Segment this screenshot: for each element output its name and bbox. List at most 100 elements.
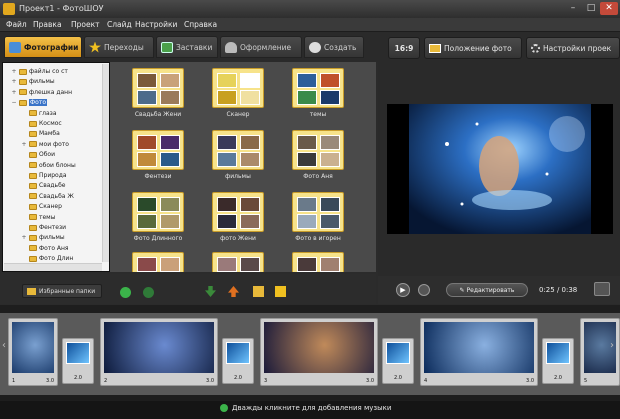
add-music-label: Дважды кликните для добавления музыки: [232, 404, 392, 412]
tree-item[interactable]: Мамба: [21, 129, 60, 138]
timeline-transition[interactable]: 2.0: [62, 338, 94, 384]
close-button[interactable]: ✕: [600, 2, 618, 15]
tree-item[interactable]: Фото Аня: [21, 244, 69, 253]
favorite-folders-button[interactable]: Избранные папки: [22, 284, 102, 298]
timeline-slide[interactable]: 4 3.0: [420, 318, 538, 386]
timeline-transition[interactable]: 2.0: [382, 338, 414, 384]
tree-item[interactable]: − Фото: [11, 98, 48, 107]
folder-preview-photo: [160, 152, 180, 167]
tree-item[interactable]: Сканер: [21, 202, 62, 211]
app-logo-icon: [3, 3, 15, 15]
timeline-transition[interactable]: 2.0: [222, 338, 254, 384]
timeline-scroll-right-icon[interactable]: ›: [610, 340, 614, 351]
tree-item[interactable]: + флешка данн: [11, 88, 72, 97]
folder-icon: [29, 141, 37, 148]
tree-item-label: Фото Длин: [39, 255, 74, 263]
fullscreen-icon[interactable]: [594, 282, 610, 296]
open-folder-icon[interactable]: [253, 286, 264, 297]
tree-item-label: фильмы: [29, 78, 55, 86]
folder-preview-photo: [137, 135, 157, 150]
tree-item[interactable]: Космос: [21, 119, 62, 128]
folder-thumbnail[interactable]: [292, 130, 344, 170]
timeline-slide[interactable]: 2 3.0: [100, 318, 218, 386]
folder-preview-photo: [297, 257, 317, 272]
timeline-transition[interactable]: 2.0: [542, 338, 574, 384]
add-music-hint[interactable]: Дважды кликните для добавления музыки: [220, 404, 391, 412]
folder-preview-photo: [137, 257, 157, 272]
slide-number: 4: [424, 378, 428, 384]
timeline-slide[interactable]: 3 3.0: [260, 318, 378, 386]
folder-thumbnail[interactable]: [212, 130, 264, 170]
folder-thumbnail[interactable]: [292, 192, 344, 232]
tab-design[interactable]: Оформление: [220, 36, 302, 58]
tree-item[interactable]: темы: [21, 213, 55, 222]
tree-item[interactable]: Свадьба Ж: [21, 192, 74, 201]
folder-thumbnail[interactable]: [132, 130, 184, 170]
folder-thumbnail[interactable]: [292, 68, 344, 108]
folder-thumbnail-grid: Свадьба Жени Сканер темы Фентези фильмы Фото …: [110, 62, 376, 272]
folder-tree[interactable]: + файлы со ст + фильмы + флешка данн − Фото глаз…: [2, 62, 110, 272]
expand-toggle-icon[interactable]: +: [11, 89, 17, 96]
maximize-button[interactable]: □: [582, 2, 600, 15]
slide-thumbnail: [264, 322, 374, 373]
folder-thumbnail[interactable]: [132, 192, 184, 232]
menu-edit[interactable]: Правка: [33, 20, 62, 29]
tab-create[interactable]: Создать: [304, 36, 364, 58]
tree-item[interactable]: Фото Длин: [21, 254, 73, 263]
tree-item-label: Свадьба Ж: [39, 192, 74, 200]
folder-preview-photo: [240, 257, 260, 272]
tab-transitions[interactable]: Переходы: [84, 36, 154, 58]
expand-toggle-icon[interactable]: +: [21, 141, 27, 148]
add-selected-icon[interactable]: [143, 287, 154, 298]
folder-thumbnail[interactable]: [212, 252, 264, 272]
menu-settings[interactable]: Настройки: [135, 20, 177, 29]
expand-toggle-icon[interactable]: +: [21, 234, 27, 241]
tree-item[interactable]: + мои фото: [21, 140, 69, 149]
tab-photos[interactable]: Фотографии: [4, 36, 82, 58]
timeline-scroll-left-icon[interactable]: ‹: [2, 340, 6, 351]
expand-toggle-icon[interactable]: +: [11, 78, 17, 85]
timeline-slide[interactable]: 5: [580, 318, 620, 386]
tree-horizontal-scrollbar[interactable]: [4, 263, 102, 271]
project-settings-button[interactable]: Настройки проек: [526, 37, 620, 59]
tree-item[interactable]: Свадьбе: [21, 181, 65, 190]
expand-toggle-icon[interactable]: +: [11, 68, 17, 75]
add-all-icon[interactable]: [120, 287, 131, 298]
folder-icon: [29, 110, 37, 117]
edit-slide-button[interactable]: ✎ Редактировать: [446, 283, 528, 297]
tree-item[interactable]: + фильмы: [21, 233, 64, 242]
tree-item[interactable]: глаза: [21, 109, 57, 118]
menu-file[interactable]: Файл: [6, 20, 27, 29]
photo-position-button[interactable]: Положение фото: [424, 37, 522, 59]
folder-thumbnail[interactable]: [212, 68, 264, 108]
folder-thumbnail-label: Свадьба Жени: [134, 111, 182, 118]
tree-item[interactable]: Фентези: [21, 223, 66, 232]
tree-item[interactable]: + файлы со ст: [11, 67, 67, 76]
folder-thumbnail[interactable]: [292, 252, 344, 272]
preview-image: [387, 104, 613, 234]
favorite-folders-label: Избранные папки: [39, 287, 96, 295]
tree-item[interactable]: + фильмы: [11, 77, 55, 86]
tree-vertical-scrollbar[interactable]: [102, 64, 109, 262]
folder-thumbnail[interactable]: [212, 192, 264, 232]
expand-toggle-icon[interactable]: −: [11, 99, 17, 106]
folder-thumbnail[interactable]: [132, 68, 184, 108]
folder-thumbnail[interactable]: [132, 252, 184, 272]
create-icon: [309, 41, 321, 53]
tree-item[interactable]: Природа: [21, 171, 67, 180]
stop-icon[interactable]: [418, 284, 430, 296]
menu-slide[interactable]: Слайд: [107, 20, 132, 29]
folder-thumbnail-label: темы: [309, 111, 327, 118]
play-icon[interactable]: ▶: [396, 283, 410, 297]
new-folder-icon[interactable]: [275, 286, 286, 297]
menu-project[interactable]: Проект: [71, 20, 100, 29]
timeline-slide[interactable]: 1 3.0: [8, 318, 58, 386]
menu-help[interactable]: Справка: [184, 20, 217, 29]
folder-preview-photo: [160, 214, 180, 229]
slide-number: 1: [12, 378, 16, 384]
minimize-button[interactable]: –: [564, 2, 582, 15]
tree-item[interactable]: обои блоны: [21, 161, 76, 170]
tree-item[interactable]: Обои: [21, 150, 55, 159]
tab-screensavers[interactable]: Заставки: [156, 36, 218, 58]
aspect-ratio-button[interactable]: 16:9: [388, 37, 420, 59]
